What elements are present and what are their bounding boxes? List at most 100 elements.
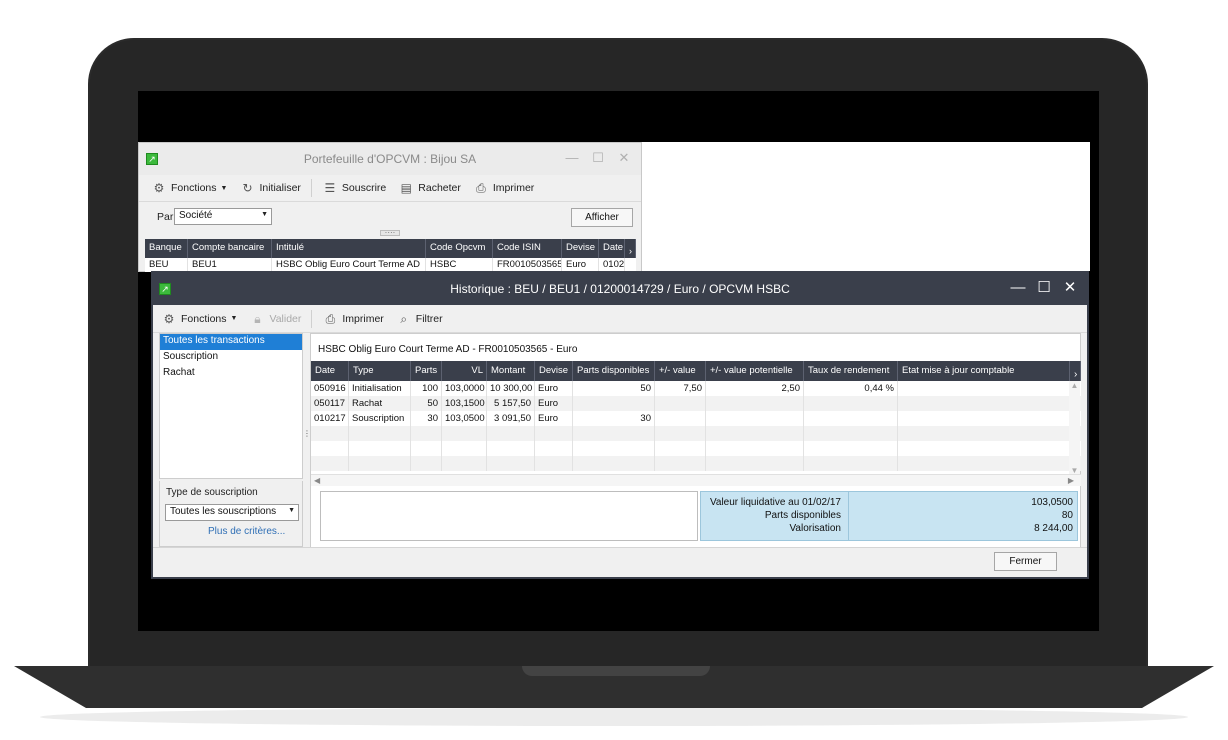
table-cell: BEU1 [188, 258, 272, 272]
table-row[interactable]: BEU BEU1 HSBC Oblig Euro Court Terme AD … [145, 258, 636, 272]
table-cell: Euro [562, 258, 599, 272]
horizontal-scrollbar[interactable]: ◀ ▶ [311, 474, 1081, 486]
table-cell: Initialisation [349, 381, 411, 396]
column-header[interactable]: Compte bancaire [188, 239, 272, 258]
table-cell [706, 411, 804, 426]
fermer-button[interactable]: Fermer [994, 552, 1057, 571]
scroll-right-icon[interactable]: ▶ [1068, 476, 1074, 485]
column-header[interactable]: Parts disponibles [573, 361, 655, 381]
table-cell: 2,50 [706, 381, 804, 396]
type-souscription-select[interactable]: Toutes les souscriptions [165, 504, 299, 521]
table-cell [655, 426, 706, 441]
column-header[interactable]: Intitulé [272, 239, 426, 258]
summary-value: 103,0500 [1031, 497, 1073, 508]
table-cell: FR0010503565 [493, 258, 562, 272]
column-header[interactable]: Etat mise à jour comptable [898, 361, 1070, 381]
table-cell: 10 300,00 [487, 381, 535, 396]
table-row[interactable]: 010217 Souscription 30 103,0500 3 091,50 Euro… [311, 411, 1081, 426]
column-header[interactable]: VL [442, 361, 487, 381]
column-header[interactable]: +/- value [655, 361, 706, 381]
more-criteria-link[interactable]: Plus de critères... [208, 526, 285, 537]
souscrire-button[interactable]: ☰ Souscrire [320, 181, 388, 195]
column-header[interactable]: Montant [487, 361, 535, 381]
column-header[interactable]: Date [599, 239, 625, 258]
table-cell: 103,0500 [442, 411, 487, 426]
column-header[interactable]: Type [349, 361, 411, 381]
column-header[interactable]: Devise [535, 361, 573, 381]
table-cell [442, 441, 487, 456]
initialiser-button[interactable]: ↻ Initialiser [237, 181, 302, 195]
maximize-icon[interactable]: ☐ [587, 149, 609, 167]
column-header[interactable]: Code ISIN [493, 239, 562, 258]
table-cell [487, 456, 535, 471]
summary-value: 8 244,00 [1034, 523, 1073, 534]
table-cell [655, 456, 706, 471]
column-header[interactable]: Devise [562, 239, 599, 258]
racheter-button[interactable]: ▤ Racheter [396, 181, 463, 195]
table-cell: 103,1500 [442, 396, 487, 411]
table-cell: HSBC [426, 258, 493, 272]
valider-button[interactable]: 🔒︎ Valider [247, 312, 303, 326]
table-cell: 30 [411, 411, 442, 426]
close-icon[interactable]: ✕ [1059, 279, 1081, 297]
table-row[interactable]: 050117 Rachat 50 103,1500 5 157,50 Euro [311, 396, 1081, 411]
imprimer-button[interactable]: ⎙ Imprimer [471, 181, 536, 195]
close-icon[interactable]: ✕ [613, 149, 635, 167]
table-cell: HSBC Oblig Euro Court Terme AD [272, 258, 426, 272]
splitter-handle[interactable]: ···· [380, 229, 400, 237]
maximize-icon[interactable]: ☐ [1033, 279, 1055, 297]
table-header: Banque Compte bancaire Intitulé Code Opc… [145, 239, 636, 258]
table-cell: 50 [411, 396, 442, 411]
column-header[interactable]: Parts [411, 361, 442, 381]
list-item[interactable]: Souscription [160, 350, 302, 366]
list-item[interactable]: Toutes les transactions [160, 334, 302, 350]
column-header[interactable]: Taux de rendement [804, 361, 898, 381]
gear-icon: ⚙ [153, 181, 165, 195]
scroll-right-icon[interactable]: › [1070, 361, 1081, 381]
table-cell [573, 441, 655, 456]
comment-box[interactable] [320, 491, 698, 541]
table-row[interactable] [311, 426, 1081, 441]
afficher-button[interactable]: Afficher [571, 208, 633, 227]
table-cell [349, 441, 411, 456]
window-titlebar: ↗ Historique : BEU / BEU1 / 01200014729 … [153, 273, 1087, 305]
imprimer-button[interactable]: ⎙ Imprimer [320, 312, 385, 326]
table-cell [535, 441, 573, 456]
printer-icon: ⎙ [325, 311, 336, 326]
scroll-left-icon[interactable]: ◀ [314, 476, 320, 485]
fonctions-menu-button[interactable]: ⚙ Fonctions ▼ [149, 181, 229, 195]
column-header[interactable]: +/- value potentielle [706, 361, 804, 381]
fonctions-label: Fonctions [171, 182, 217, 194]
column-header[interactable]: Date [311, 361, 349, 381]
table-cell: 010217 [311, 411, 349, 426]
toolbar-divider [311, 309, 313, 328]
minimize-icon[interactable]: — [561, 149, 583, 167]
table-cell [487, 426, 535, 441]
table-cell [311, 426, 349, 441]
valider-label: Valider [269, 312, 302, 325]
table-cell [573, 396, 655, 411]
par-select[interactable]: Société [174, 208, 272, 225]
toolbar: ⚙ Fonctions ▼ ↻ Initialiser ☰ Souscrire … [139, 175, 641, 201]
table-cell [655, 441, 706, 456]
table-cell [535, 426, 573, 441]
table-row[interactable] [311, 456, 1081, 471]
portefeuille-window: ↗ Portefeuille d'OPCVM : Bijou SA — ☐ ✕ … [138, 142, 642, 272]
refresh-icon: ↻ [242, 181, 253, 195]
vertical-splitter[interactable]: ⋮ [303, 333, 311, 547]
window-titlebar: ↗ Portefeuille d'OPCVM : Bijou SA — ☐ ✕ [139, 143, 641, 175]
minimize-icon[interactable]: — [1007, 279, 1029, 297]
table-cell: 050916 [311, 381, 349, 396]
table-row[interactable] [311, 441, 1081, 456]
scroll-right-icon[interactable]: › [625, 239, 636, 258]
printer-icon: ⎙ [476, 181, 486, 195]
transaction-type-list: Toutes les transactions Souscription Rac… [159, 333, 303, 479]
list-item[interactable]: Rachat [160, 366, 302, 382]
fonctions-menu-button[interactable]: ⚙ Fonctions ▼ [159, 312, 239, 326]
vertical-scrollbar[interactable]: ▲ ▼ [1069, 381, 1080, 475]
table-row[interactable]: 050916 Initialisation 100 103,0000 10 300,00… [311, 381, 1081, 396]
filtrer-button[interactable]: ⌕ Filtrer [394, 312, 445, 326]
table-cell [311, 456, 349, 471]
column-header[interactable]: Code Opcvm [426, 239, 493, 258]
column-header[interactable]: Banque [145, 239, 188, 258]
